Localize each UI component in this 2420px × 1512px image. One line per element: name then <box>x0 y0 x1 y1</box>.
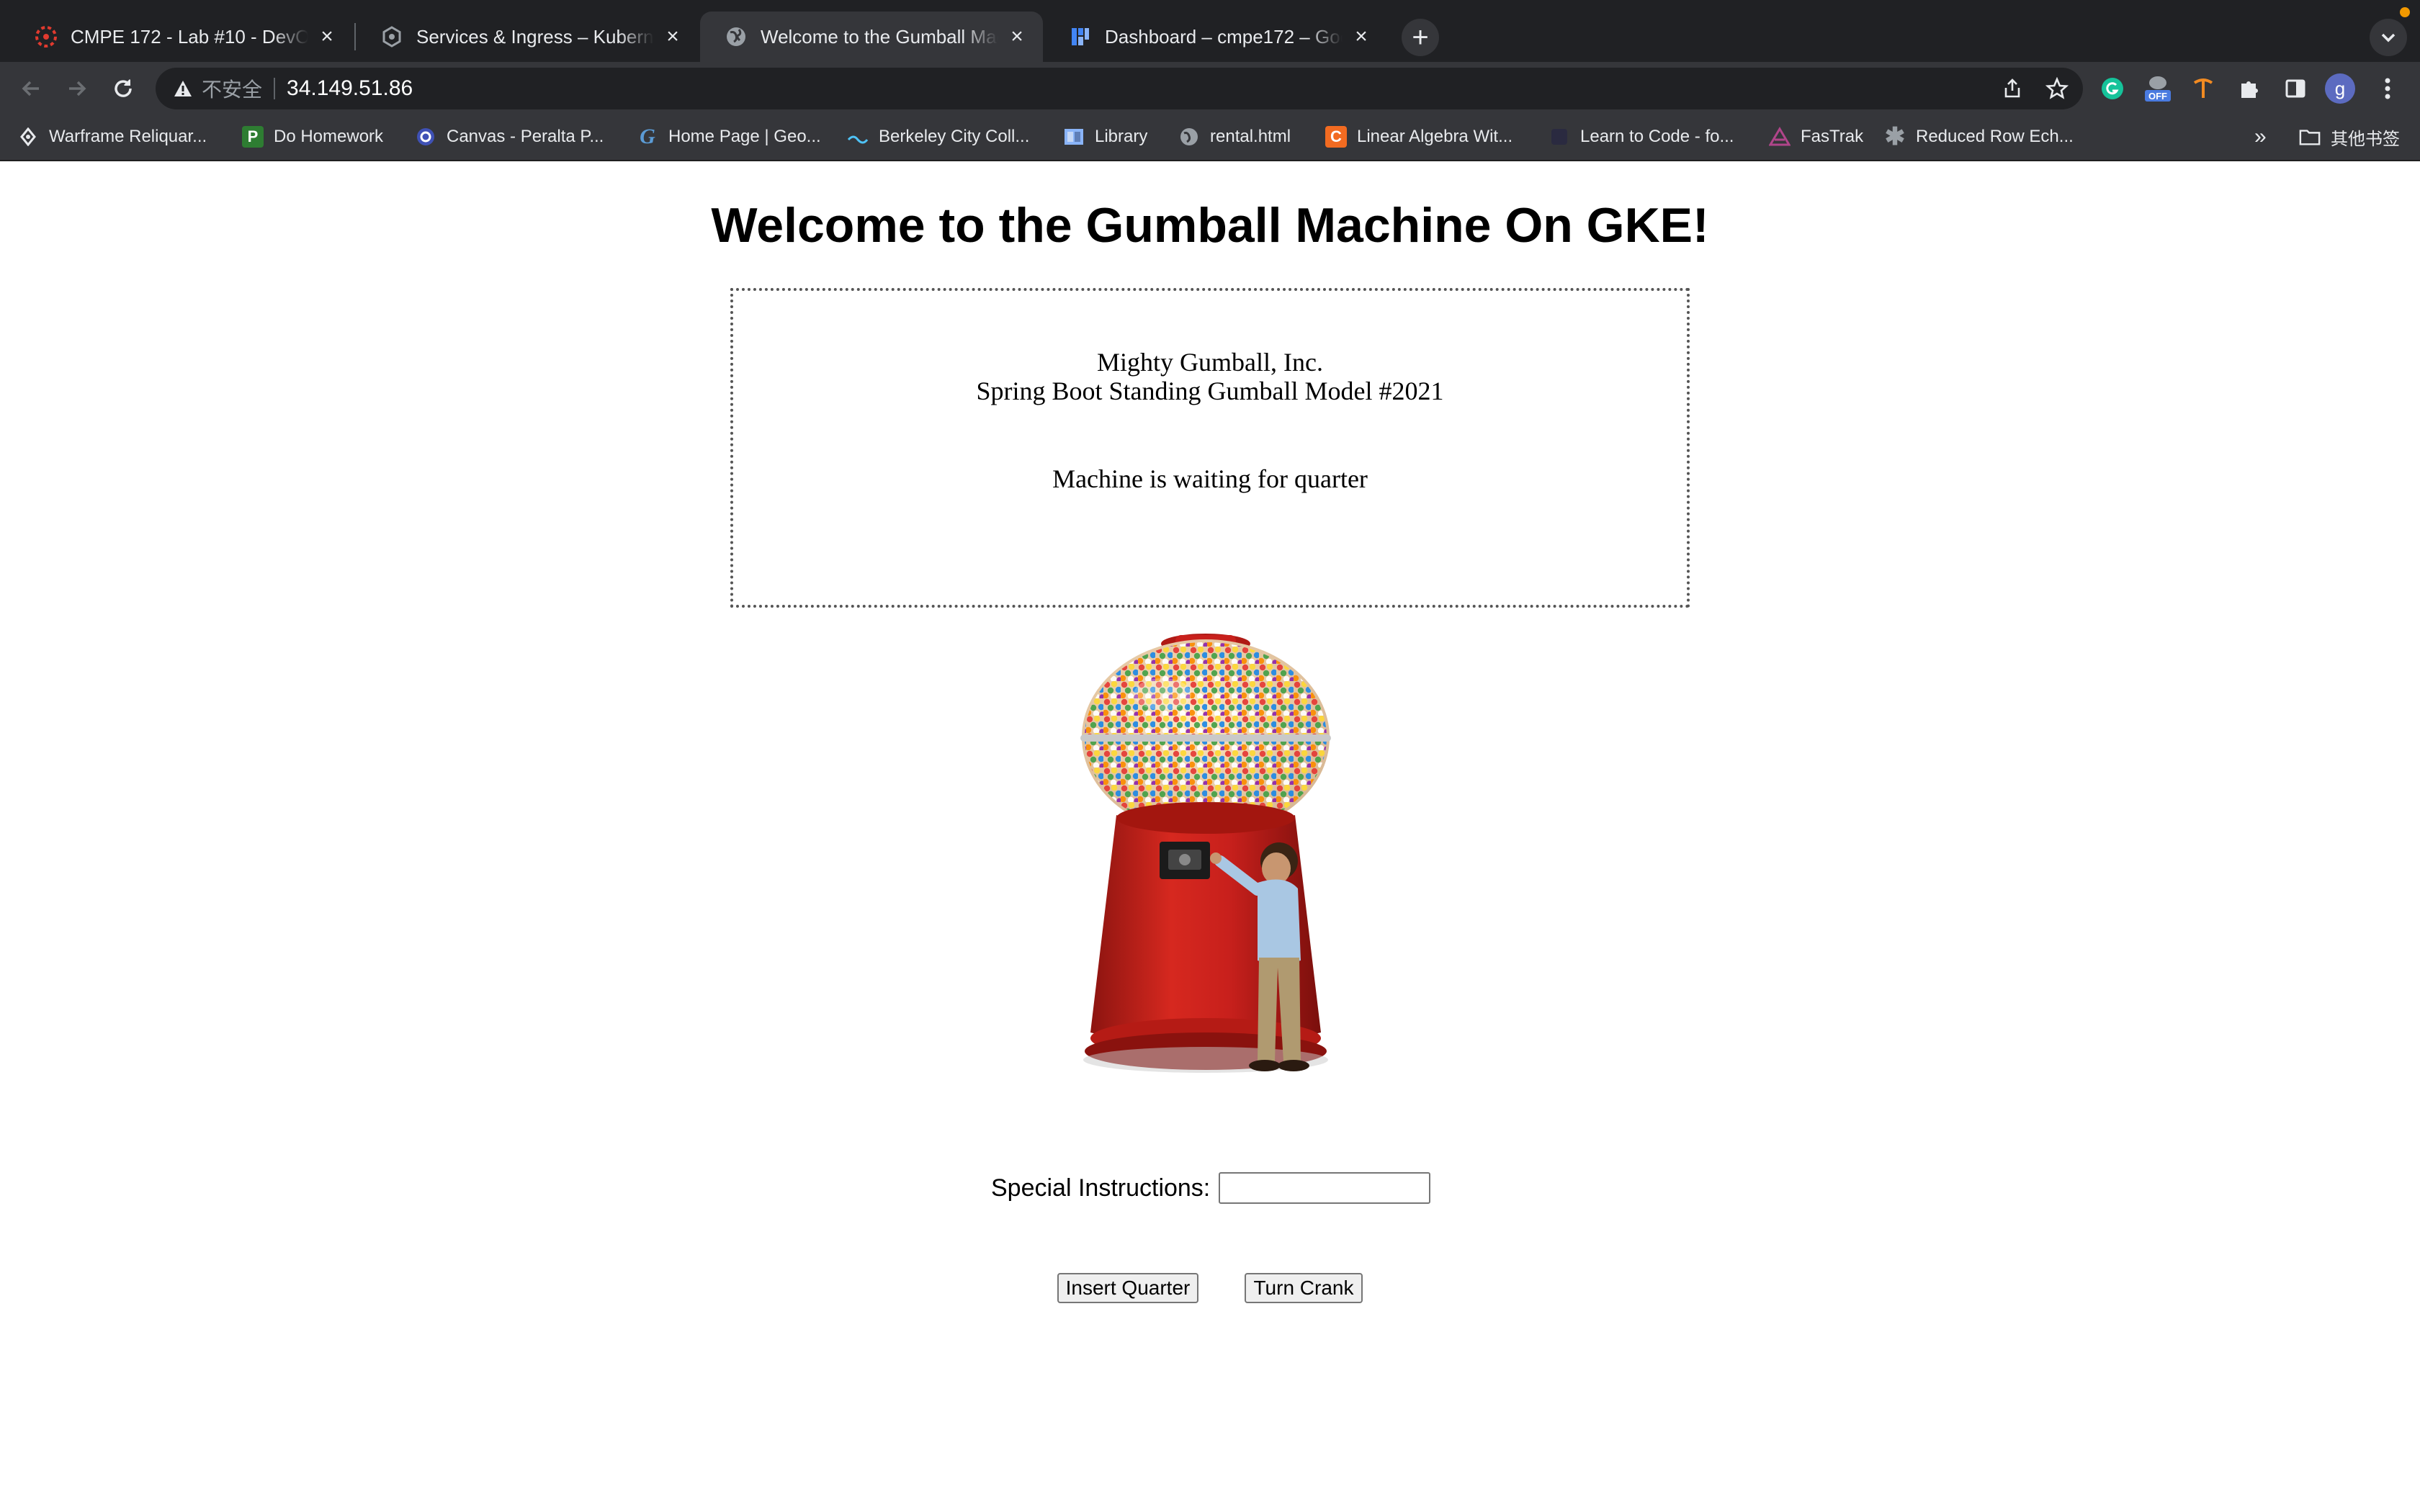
profile-avatar[interactable]: g <box>2325 73 2355 104</box>
forward-arrow-icon <box>69 81 86 96</box>
library-icon <box>1063 126 1085 148</box>
globe-icon <box>1178 126 1200 148</box>
asterisk-icon: ✱ <box>1884 123 1906 150</box>
insert-quarter-button[interactable]: Insert Quarter <box>1057 1273 1198 1303</box>
forward-button[interactable] <box>58 69 97 108</box>
bookmarks-bar: Warframe Reliquar... P Do Homework Canva… <box>0 115 2420 161</box>
canvas-icon <box>35 25 58 48</box>
menu-kebab-icon[interactable] <box>2372 73 2403 104</box>
tab-search-button[interactable] <box>2370 19 2407 56</box>
url-text[interactable]: 34.149.51.86 <box>287 76 413 101</box>
grammarly-icon[interactable] <box>2097 73 2128 104</box>
web-page: Welcome to the Gumball Machine On GKE! M… <box>0 161 2420 1512</box>
extension-badge: OFF <box>2148 91 2167 102</box>
omnibox-divider <box>274 78 276 99</box>
company-name: Mighty Gumball, Inc. <box>1097 348 1323 377</box>
canvas-icon <box>415 126 436 148</box>
special-instructions-row: Special Instructions: <box>991 1172 1431 1204</box>
close-tab-icon[interactable]: × <box>661 24 684 48</box>
reload-icon <box>115 79 132 97</box>
fcc-icon <box>1549 126 1570 148</box>
globe-icon <box>725 25 748 48</box>
g-icon: G <box>640 125 655 148</box>
warframe-icon <box>17 126 39 148</box>
update-indicator-icon <box>2400 7 2410 17</box>
bookmark-geo-home[interactable]: G Home Page | Geo... <box>637 121 821 153</box>
machine-status: Machine is waiting for quarter <box>1052 464 1368 493</box>
tab-gcp-dashboard[interactable]: Dashboard – cmpe172 – Google Cloud × <box>1044 12 1387 62</box>
bookmark-fastrak[interactable]: FasTrak <box>1769 121 1863 153</box>
special-instructions-label: Special Instructions: <box>991 1174 1211 1202</box>
page-title: Welcome to the Gumball Machine On GKE! <box>711 198 1709 253</box>
close-tab-icon[interactable]: × <box>1005 24 1028 48</box>
bookmark-learn-to-code[interactable]: Learn to Code - fo... <box>1549 121 1734 153</box>
plus-icon: + <box>1412 22 1429 53</box>
star-bookmark-icon[interactable] <box>2043 74 2071 103</box>
bookmarks-overflow-button[interactable]: » <box>2254 121 2267 153</box>
fastrak-icon <box>1769 126 1791 148</box>
warning-icon <box>174 81 192 96</box>
c-icon: C <box>1325 126 1347 148</box>
machine-message-box: Mighty Gumball, Inc. Spring Boot Standin… <box>730 288 1690 608</box>
bookmark-other-folder[interactable]: 其他书签 <box>2299 121 2400 153</box>
bookmark-library[interactable]: Library <box>1063 121 1147 153</box>
bookmark-reduced-row[interactable]: ✱ Reduced Row Ech... <box>1884 121 2074 153</box>
tab-services-ingress[interactable]: Services & Ingress – Kubernetes × <box>356 12 699 62</box>
tab-gumball-machine[interactable]: Welcome to the Gumball Machine × <box>700 12 1043 62</box>
new-tab-button[interactable]: + <box>1402 19 1439 56</box>
bookmark-berkeley-city[interactable]: Berkeley City Coll... <box>847 121 1029 153</box>
extension-off-icon[interactable]: OFF <box>2141 73 2175 104</box>
address-bar[interactable]: 不安全 34.149.51.86 <box>156 68 2083 109</box>
puzzle-extensions-icon[interactable] <box>2234 73 2264 104</box>
bookmark-linear-algebra[interactable]: C Linear Algebra Wit... <box>1325 121 1512 153</box>
close-tab-icon[interactable]: × <box>1350 24 1373 48</box>
chevron-down-icon <box>2381 33 2396 42</box>
gumball-machine-image <box>1069 629 1357 1104</box>
side-panel-icon[interactable] <box>2280 73 2311 104</box>
close-tab-icon[interactable]: × <box>315 24 339 48</box>
tab-cmpe172-lab[interactable]: CMPE 172 - Lab #10 - DevOps × <box>10 12 353 62</box>
model-name: Spring Boot Standing Gumball Model #2021 <box>976 377 1444 405</box>
reload-button[interactable] <box>104 69 143 108</box>
p-icon: P <box>242 126 264 148</box>
back-arrow-icon <box>22 81 39 96</box>
folder-icon <box>2299 126 2321 148</box>
security-label[interactable]: 不安全 <box>202 74 262 103</box>
turn-crank-button[interactable]: Turn Crank <box>1245 1273 1363 1303</box>
tab-strip: CMPE 172 - Lab #10 - DevOps × Services &… <box>0 0 2420 62</box>
dashboard-icon <box>1069 25 1092 48</box>
bcc-icon <box>847 126 869 148</box>
bookmark-warframe[interactable]: Warframe Reliquar... <box>17 121 207 153</box>
pickaxe-extension-icon[interactable] <box>2188 73 2218 104</box>
share-icon[interactable] <box>1998 74 2027 103</box>
special-instructions-input[interactable] <box>1219 1172 1431 1204</box>
back-button[interactable] <box>12 69 50 108</box>
browser-toolbar: 不安全 34.149.51.86 OFF g <box>0 62 2420 115</box>
bookmark-do-homework[interactable]: P Do Homework <box>242 121 383 153</box>
bookmark-rental[interactable]: rental.html <box>1178 121 1291 153</box>
gcp-kubernetes-icon <box>380 25 403 48</box>
bookmark-canvas-peralta[interactable]: Canvas - Peralta P... <box>415 121 604 153</box>
browser-chrome: CMPE 172 - Lab #10 - DevOps × Services &… <box>0 0 2420 161</box>
